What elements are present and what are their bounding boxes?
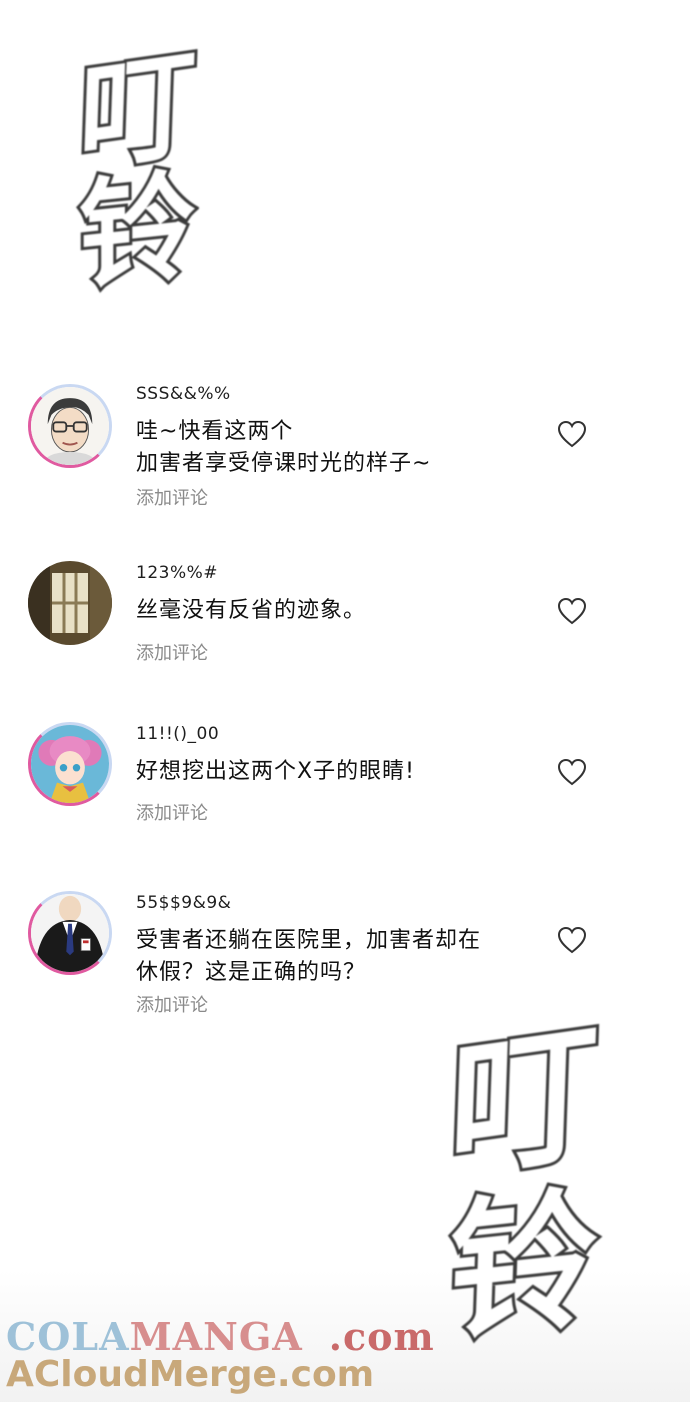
watermark-part: .com [328,1314,435,1359]
sound-effect-ding-ling-top: 叮 铃 [73,30,201,310]
heart-icon[interactable] [557,758,587,786]
comment-username: 55$$9&9& [136,893,232,913]
watermark-colamanga: COLAMANGA .com [6,1314,435,1359]
comment-text: 丝毫没有反省的迹象。 [136,598,367,623]
sfx-char: 叮 [443,1001,604,1204]
watermark-acloudmerge: ACloudMerge.com [6,1354,375,1395]
heart-icon[interactable] [557,597,587,625]
comment-username: 123%%# [136,563,218,583]
comment-username: 11!!()_00 [136,724,220,744]
heart-icon[interactable] [557,420,587,448]
sfx-char: 铃 [75,152,198,309]
add-comment-link[interactable]: 添加评论 [136,484,208,510]
man-in-suit-avatar[interactable] [28,891,112,975]
sfx-char: 铃 [442,1168,603,1365]
comment-text: 受害者还躺在医院里，加害者却在 休假？这是正确的吗？ [136,928,482,985]
add-comment-link[interactable]: 添加评论 [136,991,208,1017]
watermark-part: MANGA [129,1314,303,1359]
comment-text: 哇~快看这两个 加害者享受停课时光的样子~ [136,419,432,476]
pink-hair-girl-avatar[interactable] [28,722,112,806]
add-comment-link[interactable]: 添加评论 [136,639,208,665]
window-photo-avatar[interactable] [28,561,112,645]
comment-text: 好想挖出这两个X子的眼睛! [136,759,415,784]
watermark-part: COLA [6,1314,130,1359]
man-with-glasses-avatar[interactable] [28,384,112,468]
comment-username: SSS&&%% [136,384,231,404]
heart-icon[interactable] [557,926,587,954]
sound-effect-ding-ling-bottom: 叮 铃 [442,1001,603,1365]
add-comment-link[interactable]: 添加评论 [136,799,208,825]
